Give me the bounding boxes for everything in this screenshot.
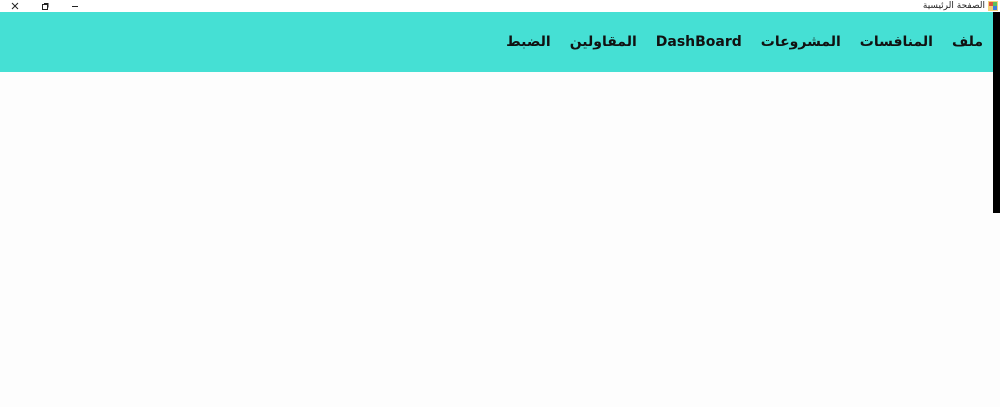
- menu-item-projects[interactable]: المشروعات: [761, 34, 841, 50]
- window-title: الصفحة الرئيسية: [922, 1, 985, 11]
- close-button[interactable]: [0, 0, 30, 12]
- menu-item-dashboard[interactable]: DashBoard: [656, 34, 742, 50]
- minimize-button[interactable]: [60, 0, 90, 12]
- main-content-area: [0, 72, 993, 407]
- title-bar: الصفحة الرئيسية: [0, 0, 1000, 12]
- minimize-icon: [72, 6, 78, 7]
- menu-item-tenders[interactable]: المنافسات: [860, 34, 933, 50]
- menu-item-file[interactable]: ملف: [952, 34, 983, 50]
- side-strip: [993, 12, 1000, 213]
- window-controls: [0, 0, 90, 12]
- restore-button[interactable]: [30, 0, 60, 12]
- app-icon: [988, 1, 998, 11]
- restore-icon: [42, 3, 49, 10]
- menu-item-contractors[interactable]: المقاولين: [570, 34, 637, 50]
- menu-item-settings[interactable]: الضبط: [506, 34, 551, 50]
- close-icon: [11, 2, 19, 10]
- title-area: الصفحة الرئيسية: [923, 0, 998, 12]
- main-window: الصفحة الرئيسية ملف المنافسات المشروعات …: [0, 0, 1000, 407]
- menu-bar: ملف المنافسات المشروعات DashBoard المقاو…: [0, 12, 993, 72]
